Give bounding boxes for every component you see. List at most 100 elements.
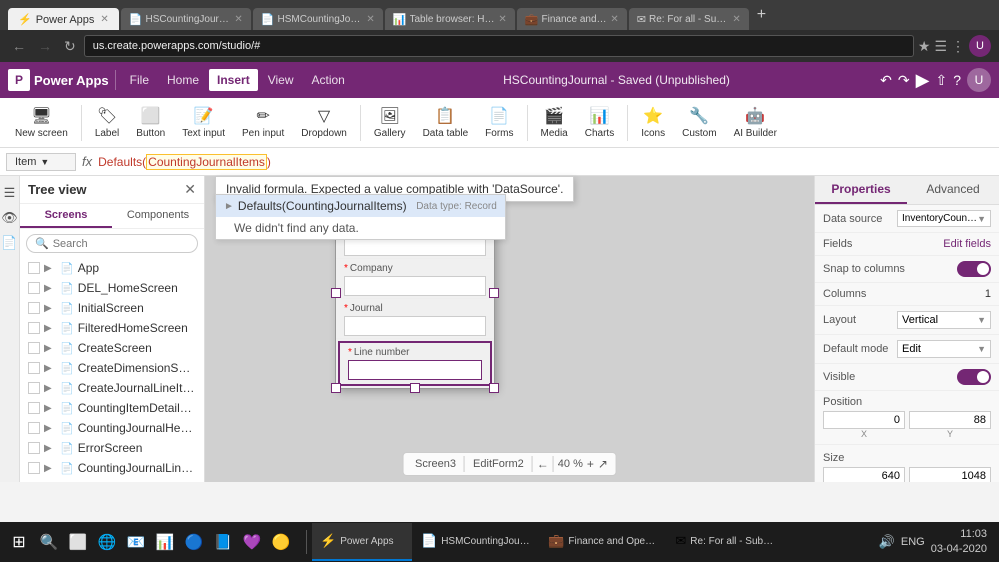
formula-item-selector[interactable]: Item ▼: [6, 153, 76, 171]
sidebar-item-createscreen[interactable]: ▶ 📄 CreateScreen: [20, 338, 204, 358]
left-icon-3[interactable]: 📄: [0, 234, 20, 251]
settings-button[interactable]: ⋮: [951, 38, 965, 55]
taskbar-clock[interactable]: 11:03 03-04-2020: [931, 527, 987, 558]
sidebar-item-countingjournalline[interactable]: ▶ 📄 CountingJournalLineScreen: [20, 458, 204, 478]
menu-action[interactable]: Action: [304, 69, 353, 91]
menu-insert[interactable]: Insert: [209, 69, 258, 91]
ribbon-btn-gallery[interactable]: 🖼 Gallery: [367, 102, 413, 143]
ribbon-btn-text-input[interactable]: 📝 Text input: [175, 102, 232, 143]
tab-close-4[interactable]: ✕: [498, 14, 506, 25]
sidebar-item-screen1[interactable]: ▶ 📄 Screen1: [20, 478, 204, 482]
properties-tab-properties[interactable]: Properties: [815, 176, 907, 204]
taskbar-app-access[interactable]: 🟡: [267, 525, 295, 559]
star-button[interactable]: ★: [918, 38, 931, 55]
ribbon-btn-charts[interactable]: 📊 Charts: [578, 102, 621, 143]
left-icon-2[interactable]: 👁: [0, 209, 20, 226]
sidebar-item-initialscreen[interactable]: ▶ 📄 InitialScreen: [20, 298, 204, 318]
prop-layout-dropdown[interactable]: Vertical ▼: [897, 311, 991, 329]
canvas-prev-btn[interactable]: ←: [537, 457, 549, 471]
sidebar-item-createdimensionscreen[interactable]: ▶ 📄 CreateDimensionScreen: [20, 358, 204, 378]
selection-handle-ml[interactable]: [331, 288, 341, 298]
autocomplete-item-1[interactable]: ► Defaults(CountingJournalItems) Data ty…: [216, 195, 505, 217]
browser-tab-3[interactable]: 📄 HSMCountingJournalL... ✕: [253, 8, 383, 30]
taskbar-sys-lang[interactable]: ENG: [901, 536, 925, 548]
left-icon-1[interactable]: ☰: [2, 184, 18, 201]
taskbar-app-excel[interactable]: 📊: [151, 525, 179, 559]
sidebar-item-createjournalline[interactable]: ▶ 📄 CreateJournalLineItemScreen: [20, 378, 204, 398]
selection-handle-mr[interactable]: [489, 288, 499, 298]
tab-close-6[interactable]: ✕: [732, 14, 740, 25]
browser-tab-2[interactable]: 📄 HSCountingJournal - S... ✕: [121, 8, 251, 30]
sidebar-item-app[interactable]: ▶ 📄 App: [20, 258, 204, 278]
taskbar-app-search[interactable]: 🔍: [35, 525, 63, 559]
prop-datasource-dropdown[interactable]: InventoryCounting... ▼: [897, 210, 991, 227]
taskbar-app-chrome[interactable]: 🌐: [93, 525, 121, 559]
extensions-button[interactable]: ☰: [934, 38, 947, 55]
ribbon-btn-icons[interactable]: ⭐ Icons: [634, 102, 672, 143]
browser-tab-5[interactable]: 💼 Finance and Operations ✕: [517, 8, 627, 30]
menu-file[interactable]: File: [122, 69, 157, 91]
prop-pos-x[interactable]: [823, 411, 905, 429]
redo-button[interactable]: ↷: [898, 72, 910, 89]
tab-close-2[interactable]: ✕: [234, 14, 242, 25]
prop-defaultmode-dropdown[interactable]: Edit ▼: [897, 340, 991, 358]
tab-close-3[interactable]: ✕: [366, 14, 374, 25]
taskbar-app-teams[interactable]: 💜: [238, 525, 266, 559]
taskbar-running-powerapps[interactable]: ⚡ Power Apps: [312, 523, 412, 561]
prop-pos-y[interactable]: [909, 411, 991, 429]
screen3-tab[interactable]: Screen3: [411, 457, 460, 471]
canvas-zoom-btn[interactable]: +: [587, 457, 594, 471]
ribbon-btn-ai-builder[interactable]: 🤖 AI Builder: [727, 102, 784, 143]
new-tab-button[interactable]: +: [751, 6, 772, 24]
help-button[interactable]: ?: [953, 72, 961, 88]
taskbar-running-email[interactable]: ✉ Re: For all - Submit form...: [667, 523, 788, 561]
browser-tab-6[interactable]: ✉ Re: For all - Submit for... ✕: [629, 8, 749, 30]
back-button[interactable]: ←: [8, 36, 30, 56]
address-input[interactable]: [84, 35, 914, 57]
selection-handle-bm[interactable]: [410, 383, 420, 393]
tab-close-5[interactable]: ✕: [610, 14, 618, 25]
form-input-journal[interactable]: [344, 316, 486, 336]
browser-tab-1[interactable]: ⚡ Power Apps ✕: [8, 8, 119, 30]
sidebar-close-btn[interactable]: ✕: [184, 181, 196, 198]
sidebar-tab-screens[interactable]: Screens: [20, 204, 112, 228]
user-profile[interactable]: U: [967, 68, 991, 92]
prop-visible-toggle[interactable]: [957, 369, 991, 385]
ribbon-btn-custom[interactable]: 🔧 Custom: [675, 102, 723, 143]
user-avatar[interactable]: U: [969, 35, 991, 57]
search-input[interactable]: [53, 238, 195, 250]
ribbon-btn-label[interactable]: 🏷 Label: [88, 102, 126, 143]
prop-snap-toggle[interactable]: [957, 261, 991, 277]
selection-handle-br[interactable]: [489, 383, 499, 393]
taskbar-app-task[interactable]: ⬜: [64, 525, 92, 559]
canvas-fit-btn[interactable]: ↗: [598, 457, 608, 471]
editform2-tab[interactable]: EditForm2: [469, 457, 528, 471]
taskbar-sys-icon-sound[interactable]: 🔊: [879, 534, 895, 550]
ribbon-btn-new-screen[interactable]: 🖥 New screen: [8, 102, 75, 143]
taskbar-start-button[interactable]: ⊞: [4, 525, 34, 559]
ribbon-btn-forms[interactable]: 📄 Forms: [478, 102, 520, 143]
app-logo[interactable]: P Power Apps: [8, 69, 109, 91]
sidebar-item-countingitemdetails[interactable]: ▶ 📄 CountingItemDetailsScreen: [20, 398, 204, 418]
refresh-button[interactable]: ↻: [60, 36, 80, 57]
sidebar-item-errorscreen[interactable]: ▶ 📄 ErrorScreen: [20, 438, 204, 458]
sidebar-item-filteredhomescreen[interactable]: ▶ 📄 FilteredHomeScreen: [20, 318, 204, 338]
prop-size-height[interactable]: [909, 467, 991, 482]
form-input-line-number[interactable]: [348, 360, 482, 380]
formula-input[interactable]: Defaults(CountingJournalItems): [98, 154, 993, 170]
sidebar-item-del-homescreen[interactable]: ▶ 📄 DEL_HomeScreen: [20, 278, 204, 298]
properties-tab-advanced[interactable]: Advanced: [907, 176, 999, 204]
taskbar-running-hsm[interactable]: 📄 HSMCountingJournal: [413, 523, 539, 561]
ribbon-btn-button[interactable]: ⬜ Button: [129, 102, 172, 143]
undo-button[interactable]: ↶: [880, 72, 892, 89]
share-button[interactable]: ⇧: [935, 72, 947, 89]
tab-close-1[interactable]: ✕: [100, 14, 108, 25]
ribbon-btn-media[interactable]: 🎬 Media: [534, 102, 575, 143]
ribbon-btn-dropdown[interactable]: ▽ Dropdown: [294, 102, 354, 143]
play-button[interactable]: ▶: [916, 70, 930, 91]
taskbar-app-mail[interactable]: 📧: [122, 525, 150, 559]
taskbar-app-blue[interactable]: 🔵: [180, 525, 208, 559]
forward-button[interactable]: →: [34, 36, 56, 56]
taskbar-running-finance[interactable]: 💼 Finance and Operations: [540, 523, 666, 561]
prop-fields-link[interactable]: Edit fields: [943, 238, 991, 250]
